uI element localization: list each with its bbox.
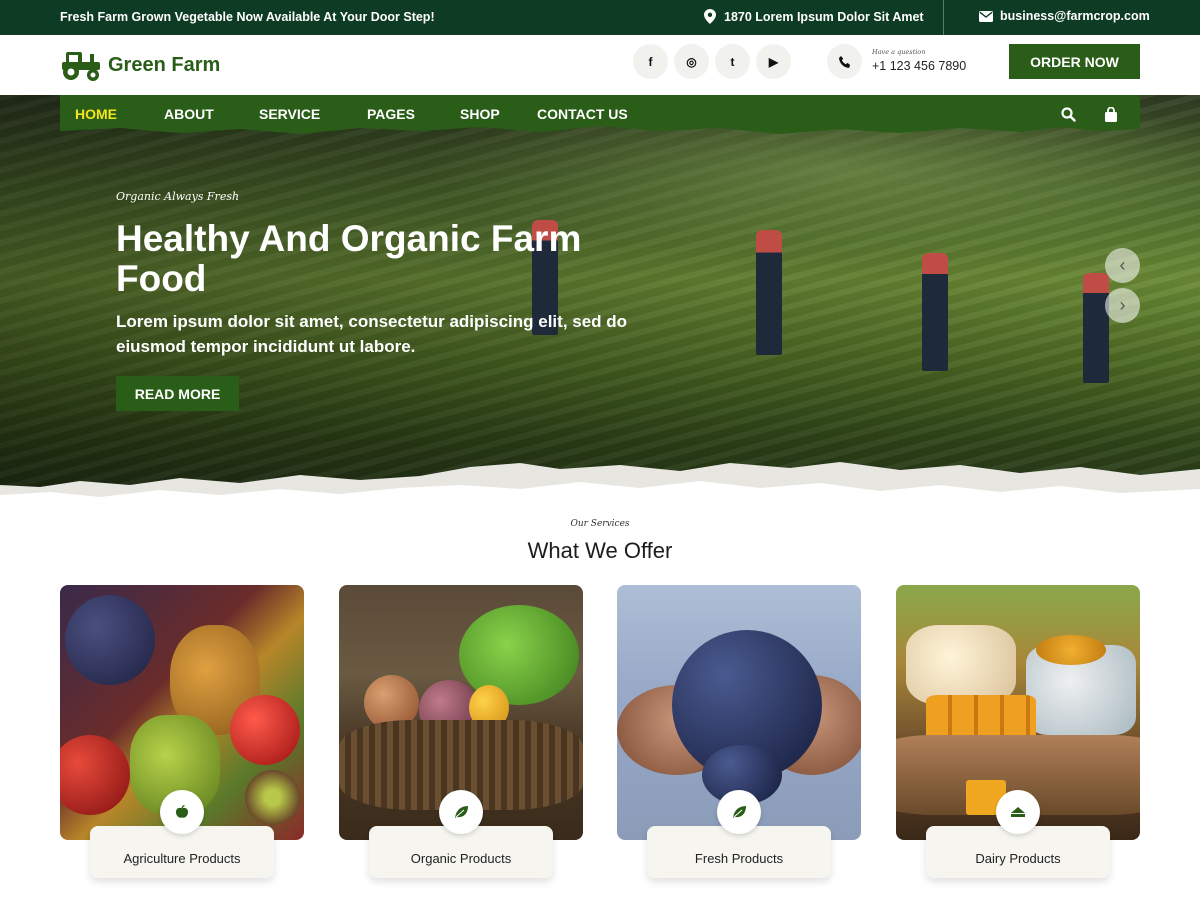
instagram-icon[interactable]: ◎ (674, 44, 709, 79)
hero-figure (1083, 273, 1109, 383)
nav-item-pages[interactable]: PAGES (367, 106, 415, 122)
facebook-icon[interactable]: f (633, 44, 668, 79)
twitter-icon[interactable]: t (715, 44, 750, 79)
search-icon[interactable] (1059, 105, 1077, 123)
apple-shape (230, 695, 300, 765)
service-card-agriculture[interactable]: Agriculture Products (60, 585, 304, 882)
youtube-icon[interactable]: ▶ (756, 44, 791, 79)
grape-shape (65, 595, 155, 685)
top-bar-address: 1870 Lorem Ipsum Dolor Sit Amet (704, 9, 924, 24)
services-subtitle: Our Services (570, 519, 630, 529)
nav-item-home[interactable]: HOME (75, 106, 117, 122)
site-logo[interactable]: Green Farm (60, 48, 220, 82)
slider-next-arrow[interactable]: › (1105, 288, 1140, 323)
location-pin-icon (704, 9, 716, 24)
logo-text: Green Farm (108, 53, 221, 76)
services-title: What We Offer (527, 538, 673, 563)
envelope-icon (979, 10, 993, 22)
top-bar-tagline: Fresh Farm Grown Vegetable Now Available… (60, 10, 435, 24)
site-header: Green Farm f ◎ t ▶ Have a question +1 12… (0, 35, 1200, 95)
top-bar-divider (943, 0, 944, 35)
nav-item-shop[interactable]: SHOP (460, 106, 500, 122)
nav-item-service[interactable]: SERVICE (259, 106, 320, 122)
hero-torn-edge (0, 462, 1200, 505)
service-card-dairy[interactable]: Dairy Products (896, 585, 1140, 882)
cheese-icon (996, 790, 1040, 834)
leaf-icon (717, 790, 761, 834)
top-bar: Fresh Farm Grown Vegetable Now Available… (0, 0, 1200, 35)
honey-shape (1036, 635, 1106, 665)
hero-title: Healthy And Organic Farm Food (116, 218, 582, 299)
social-links: f ◎ t ▶ (633, 44, 791, 79)
tractor-icon (62, 52, 100, 81)
leaf-icon (439, 790, 483, 834)
service-card-organic[interactable]: Organic Products (339, 585, 583, 882)
red-fruit-shape (60, 735, 130, 815)
email-text[interactable]: business@farmcrop.com (1000, 9, 1150, 23)
card-label: Dairy Products (975, 850, 1061, 866)
nav-item-about[interactable]: ABOUT (164, 106, 214, 122)
phone-icon[interactable] (827, 44, 862, 79)
phone-number[interactable]: +1 123 456 7890 (872, 59, 966, 73)
apple-icon (160, 790, 204, 834)
card-label: Agriculture Products (123, 850, 241, 866)
hero-overlay (0, 95, 1200, 505)
service-card-fresh[interactable]: Fresh Products (617, 585, 861, 882)
kiwi-shape (245, 770, 300, 825)
phone-contact: Have a question +1 123 456 7890 (872, 48, 966, 73)
hero-tagline: Organic Always Fresh (116, 190, 240, 203)
hero-banner: Organic Always Fresh Healthy And Organic… (0, 95, 1200, 505)
order-now-button[interactable]: ORDER NOW (1009, 44, 1140, 79)
card-label: Organic Products (410, 850, 512, 866)
cart-icon[interactable] (1102, 105, 1120, 123)
cheese-wheel-shape (906, 625, 1016, 705)
slider-prev-arrow[interactable]: ‹ (1105, 248, 1140, 283)
hero-description: Lorem ipsum dolor sit amet, consectetur … (116, 312, 628, 356)
hero-figure (922, 253, 948, 371)
top-bar-email[interactable]: business@farmcrop.com (979, 9, 1150, 23)
address-text: 1870 Lorem Ipsum Dolor Sit Amet (724, 9, 924, 24)
phone-question: Have a question (872, 48, 926, 56)
main-navigation: HOME ABOUT SERVICE PAGES SHOP CONTACT US (60, 95, 1140, 143)
hero-figure (756, 230, 782, 355)
card-label: Fresh Products (694, 850, 784, 866)
read-more-button[interactable]: READ MORE (116, 376, 239, 411)
nav-item-contact-us[interactable]: CONTACT US (537, 106, 628, 122)
